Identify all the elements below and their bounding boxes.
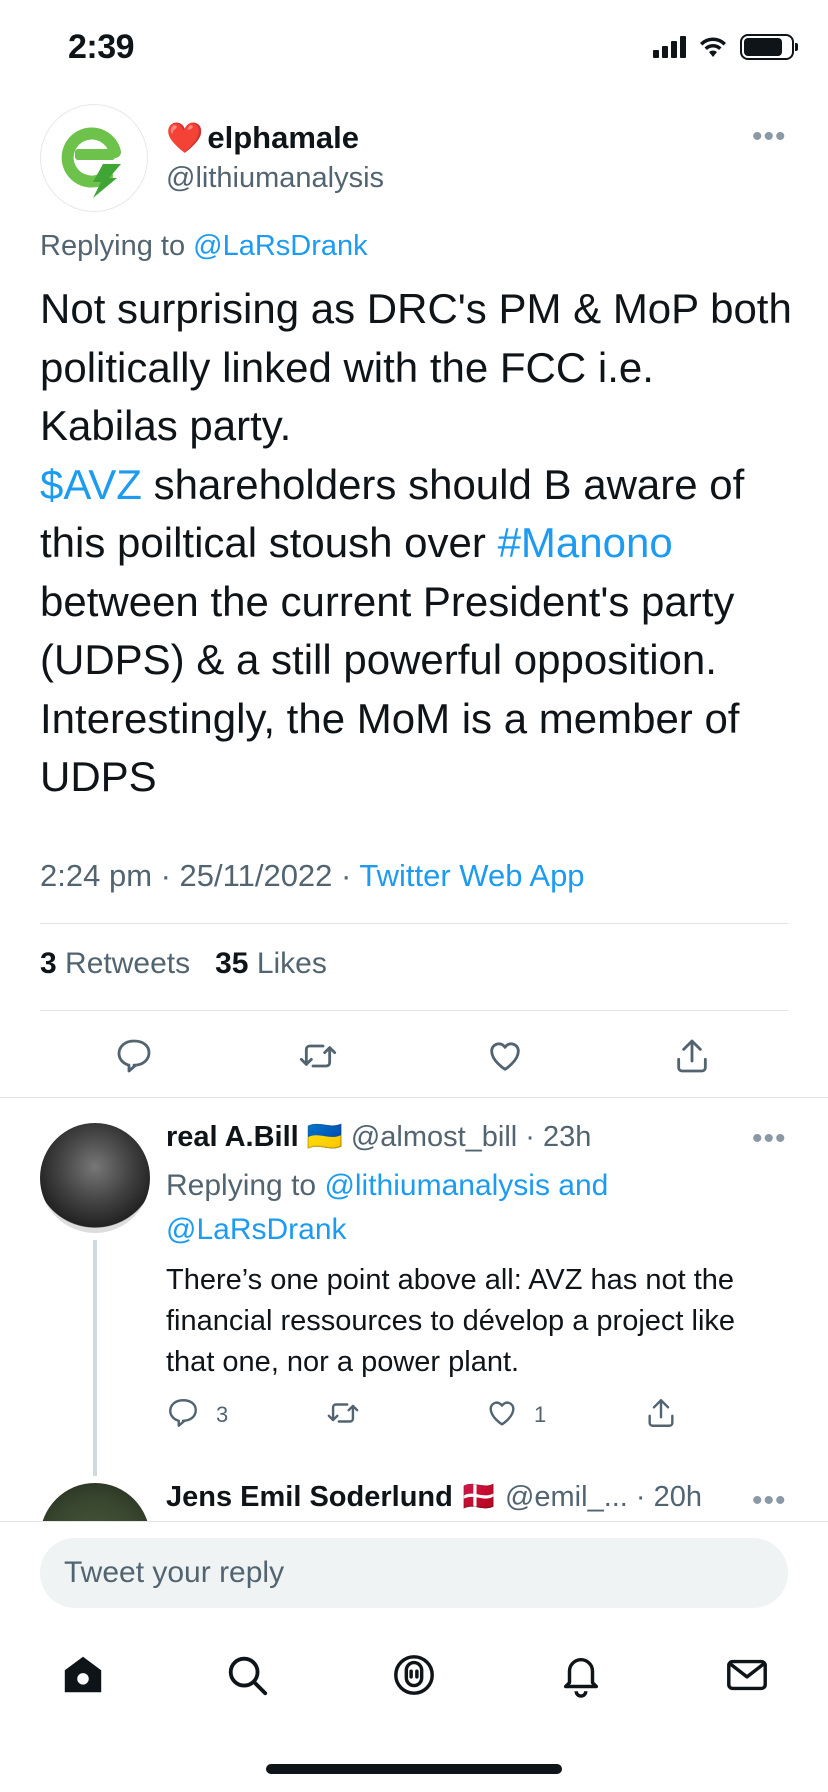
replying-to-prefix: Replying to — [40, 230, 194, 262]
reply-time: · 20h — [635, 1480, 702, 1513]
retweet-icon[interactable] — [298, 1036, 338, 1076]
reply-author-handle[interactable]: @emil_... — [505, 1481, 628, 1514]
share-icon[interactable] — [672, 1036, 712, 1076]
lightning-e-logo-icon — [61, 127, 121, 198]
reply-icon[interactable] — [114, 1036, 154, 1076]
author-handle[interactable]: @lithiumanalysis — [166, 162, 384, 195]
like-icon[interactable] — [485, 1036, 525, 1076]
replying-to-link[interactable]: @LaRsDrank — [193, 230, 368, 262]
retweet-icon[interactable] — [326, 1396, 360, 1430]
author-display-name: elphamale — [207, 120, 359, 155]
reply-author-handle[interactable]: @almost_bill — [351, 1121, 517, 1154]
wifi-icon — [700, 37, 726, 57]
home-indicator[interactable] — [266, 1764, 562, 1774]
tweet-text: Not surprising as DRC's PM & MoP both po… — [40, 280, 800, 807]
tweet-stats: 3 Retweets 35 Likes — [40, 947, 327, 981]
tweet-text-part1: Not surprising as DRC's PM & MoP both po… — [40, 285, 792, 449]
reply-count: 3 — [216, 1402, 229, 1427]
divider — [40, 923, 788, 924]
more-icon[interactable]: ••• — [752, 1486, 787, 1516]
status-time: 2:39 — [68, 28, 135, 66]
reply-avatar[interactable] — [40, 1123, 150, 1233]
reply-header: Jens Emil Soderlund 🇩🇰 @emil_... · 20h — [166, 1480, 702, 1514]
messages-icon — [727, 1659, 767, 1691]
tab-search[interactable] — [222, 1650, 272, 1700]
reply-replying-to: Replying to @lithiumanalysis and @LaRsDr… — [166, 1164, 766, 1252]
more-icon[interactable]: ••• — [752, 122, 787, 152]
cashtag-link[interactable]: $AVZ — [40, 461, 142, 508]
reply-text: There’s one point above all: AVZ has not… — [166, 1264, 736, 1378]
flag-emoji: 🇺🇦 — [306, 1121, 343, 1153]
tweet-timestamp: 2:24 pm · 25/11/2022 · — [40, 858, 360, 893]
notifications-icon — [563, 1658, 599, 1698]
flag-emoji: 🇩🇰 — [460, 1481, 497, 1513]
tab-notifications[interactable] — [556, 1650, 606, 1700]
thread-line — [93, 1240, 97, 1476]
likes-count: 35 — [215, 947, 249, 980]
divider — [0, 1097, 828, 1098]
more-icon[interactable]: ••• — [752, 1124, 787, 1154]
tweet-text-part3: between the current President's party (U… — [40, 577, 740, 801]
likes-label: Likes — [256, 947, 327, 980]
heart-emoji: ❤️ — [166, 121, 204, 155]
tab-home[interactable] — [58, 1650, 108, 1700]
likes-stat[interactable]: 35 Likes — [215, 947, 327, 980]
spaces-icon — [394, 1655, 434, 1695]
share-icon[interactable] — [644, 1396, 678, 1430]
reply-icon[interactable] — [166, 1396, 200, 1430]
tweet-source-link[interactable]: Twitter Web App — [359, 858, 584, 893]
reply-time: · 23h — [525, 1120, 592, 1153]
author-name[interactable]: ❤️ elphamale — [166, 120, 359, 156]
retweets-count: 3 — [40, 947, 57, 980]
search-icon — [228, 1656, 268, 1696]
tab-spaces[interactable] — [389, 1650, 439, 1700]
hashtag-link[interactable]: #Manono — [498, 519, 673, 566]
cellular-signal-icon — [653, 36, 686, 58]
divider — [40, 1010, 788, 1011]
replying-to-prefix: Replying to — [166, 1169, 325, 1202]
reply-author-name[interactable]: real A.Bill — [166, 1121, 299, 1154]
author-avatar[interactable] — [40, 104, 148, 212]
tweet-meta: 2:24 pm · 25/11/2022 · Twitter Web App — [40, 858, 585, 894]
reply-author-name[interactable]: Jens Emil Soderlund — [166, 1481, 453, 1514]
retweets-stat[interactable]: 3 Retweets — [40, 947, 190, 980]
like-count: 1 — [534, 1402, 547, 1427]
reply-header: real A.Bill 🇺🇦 @almost_bill · 23h — [166, 1120, 591, 1154]
retweets-label: Retweets — [65, 947, 191, 980]
reply-input[interactable] — [40, 1538, 788, 1608]
status-icons — [653, 34, 798, 60]
tab-messages[interactable] — [722, 1650, 772, 1700]
home-icon — [64, 1656, 102, 1693]
battery-icon — [740, 34, 798, 60]
replying-to: Replying to @LaRsDrank — [40, 230, 368, 263]
like-icon[interactable] — [485, 1396, 519, 1430]
